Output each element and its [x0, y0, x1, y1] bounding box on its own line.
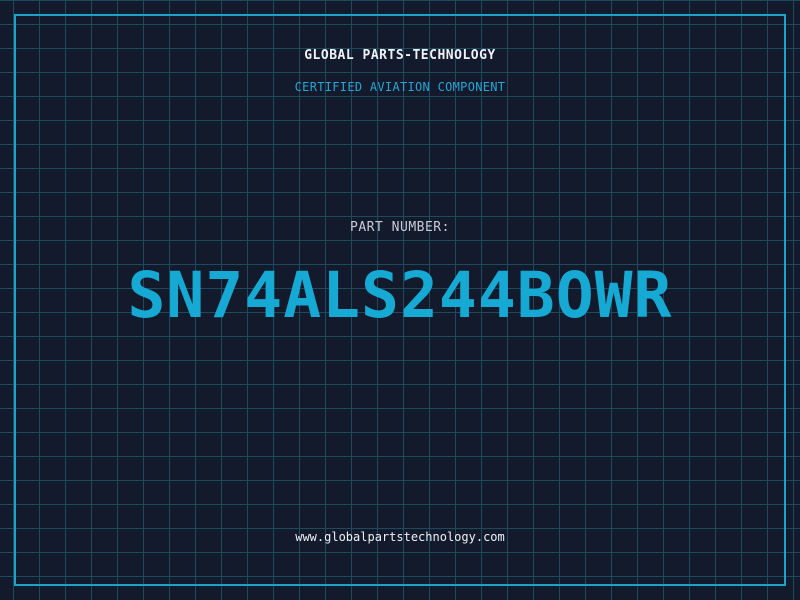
website-url: www.globalpartstechnology.com — [295, 530, 505, 544]
company-name: GLOBAL PARTS-TECHNOLOGY — [304, 48, 496, 63]
part-number-value: SN74ALS244BOWR — [127, 259, 673, 332]
certification-subtitle: CERTIFIED AVIATION COMPONENT — [294, 80, 506, 94]
part-number-label: PART NUMBER: — [350, 220, 450, 235]
